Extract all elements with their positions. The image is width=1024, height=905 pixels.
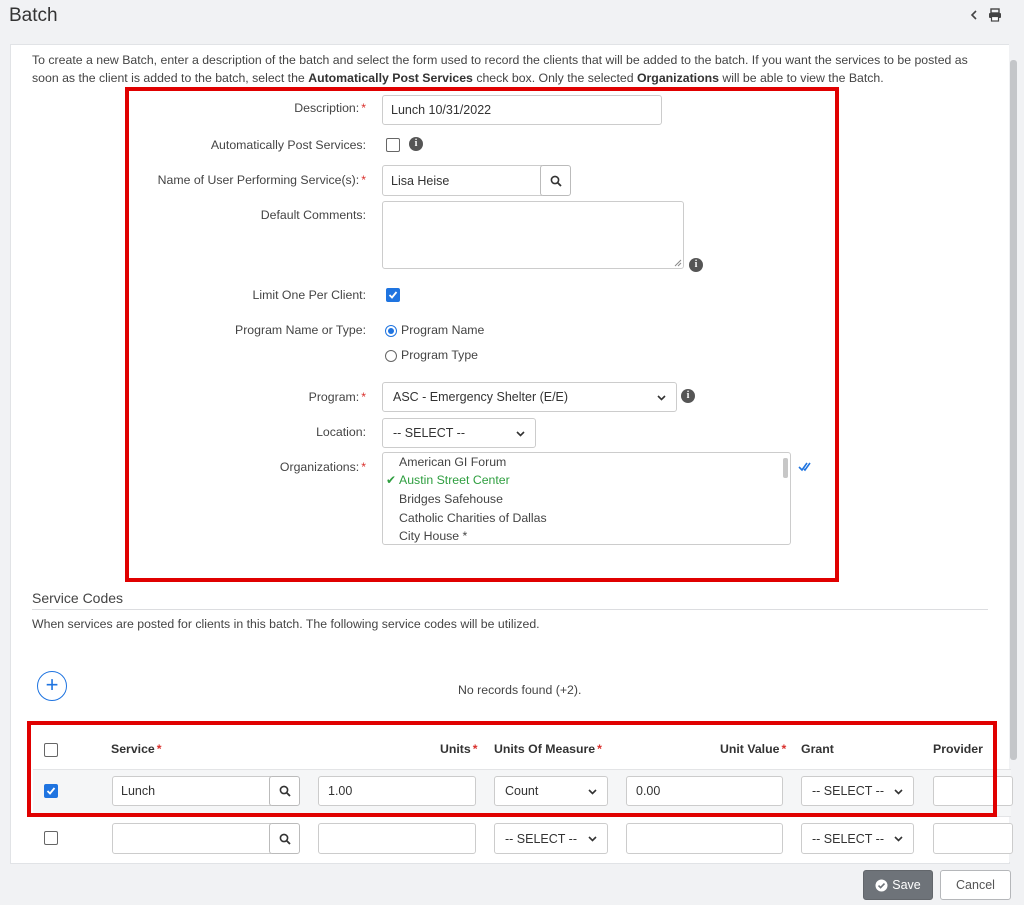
column-header-provider[interactable]: Provider <box>933 742 983 756</box>
comments-label: Default Comments: <box>260 208 366 222</box>
check-icon <box>46 787 56 795</box>
check-circle-icon <box>875 879 888 891</box>
location-select[interactable]: -- SELECT -- <box>382 418 536 448</box>
row-divider <box>33 816 1011 817</box>
intro-bold-auto-post: Automatically Post Services <box>308 71 473 85</box>
limit-one-checkbox[interactable] <box>386 288 400 302</box>
info-icon[interactable]: i <box>689 258 703 272</box>
org-item-selected[interactable]: Austin Street Center <box>399 473 510 487</box>
info-icon[interactable]: i <box>681 389 695 403</box>
org-item[interactable]: Bridges Safehouse <box>399 492 503 506</box>
chevron-down-icon <box>588 788 597 795</box>
radio-program-type[interactable] <box>385 350 397 362</box>
description-input[interactable]: Lunch 10/31/2022 <box>382 95 662 125</box>
service-input[interactable] <box>112 823 271 854</box>
description-label: Description: * <box>294 101 366 115</box>
org-item[interactable]: City House * <box>399 529 467 543</box>
uom-select[interactable]: Count <box>494 776 608 806</box>
page-title: Batch <box>9 5 58 26</box>
check-icon: ✔ <box>386 473 397 487</box>
program-label: Program: * <box>308 390 366 404</box>
search-icon <box>550 175 562 187</box>
chevron-down-icon <box>657 394 666 401</box>
organizations-label: Organizations: * <box>279 460 366 474</box>
units-input[interactable]: 1.00 <box>318 776 476 806</box>
check-icon <box>388 291 398 299</box>
service-search-button[interactable] <box>269 776 300 806</box>
auto-post-checkbox[interactable] <box>386 138 400 152</box>
chevron-left-icon[interactable] <box>966 8 982 24</box>
select-all-check-icon[interactable] <box>798 461 812 473</box>
save-button[interactable]: Save <box>863 870 933 900</box>
org-item[interactable]: American GI Forum <box>399 455 506 469</box>
intro-text: To create a new Batch, enter a descripti… <box>32 53 968 85</box>
row-checkbox[interactable] <box>44 784 58 798</box>
auto-post-label: Automatically Post Services: <box>210 138 366 152</box>
column-header-grant[interactable]: Grant <box>801 742 834 756</box>
units-input[interactable] <box>318 823 476 854</box>
chevron-down-icon <box>894 788 903 795</box>
info-icon[interactable]: i <box>409 137 423 151</box>
provider-input[interactable] <box>933 823 1013 854</box>
section-divider <box>32 609 988 610</box>
service-codes-title: Service Codes <box>32 590 124 606</box>
top-bar: Batch <box>0 0 1024 40</box>
organizations-listbox[interactable]: American GI Forum ✔ Austin Street Center… <box>382 452 791 545</box>
column-header-service[interactable]: Service * <box>111 742 162 756</box>
search-icon <box>279 785 291 797</box>
scrollbar-thumb[interactable] <box>1010 60 1017 760</box>
service-codes-description: When services are posted for clients in … <box>32 617 540 631</box>
select-all-checkbox[interactable] <box>44 743 58 757</box>
radio-program-type-label[interactable]: Program Type <box>401 348 478 362</box>
print-icon[interactable] <box>987 8 1003 24</box>
service-search-button[interactable] <box>269 823 300 854</box>
grant-select[interactable]: -- SELECT -- <box>801 823 914 854</box>
column-header-unit-value[interactable]: Unit Value * <box>720 742 786 756</box>
service-input[interactable]: Lunch <box>112 776 271 806</box>
no-records-text: No records found (+2). <box>458 683 582 697</box>
radio-program-name-label[interactable]: Program Name <box>401 323 484 337</box>
limit-one-label: Limit One Per Client: <box>252 288 366 302</box>
radio-program-name[interactable] <box>385 325 397 337</box>
column-header-uom[interactable]: Units Of Measure * <box>494 742 602 756</box>
location-label: Location: <box>316 425 366 439</box>
comments-textarea[interactable] <box>382 201 684 269</box>
chevron-down-icon <box>894 836 903 842</box>
column-header-units[interactable]: Units * <box>440 742 478 756</box>
user-input[interactable]: Lisa Heise <box>382 165 542 196</box>
add-service-button[interactable]: + <box>37 671 67 701</box>
row-checkbox[interactable] <box>44 831 58 845</box>
provider-input[interactable] <box>933 776 1013 806</box>
chevron-down-icon <box>588 836 597 842</box>
user-search-button[interactable] <box>540 165 571 196</box>
cancel-button[interactable]: Cancel <box>940 870 1011 900</box>
user-label: Name of User Performing Service(s): * <box>157 173 366 187</box>
program-mode-label: Program Name or Type: <box>235 323 366 337</box>
chevron-down-icon <box>516 430 525 437</box>
org-item[interactable]: Catholic Charities of Dallas <box>399 511 547 525</box>
uom-select[interactable]: -- SELECT -- <box>494 823 608 854</box>
intro-bold-orgs: Organizations <box>636 71 719 85</box>
program-select[interactable]: ASC - Emergency Shelter (E/E) <box>382 382 677 412</box>
unit-value-input[interactable] <box>626 823 783 854</box>
unit-value-input[interactable]: 0.00 <box>626 776 783 806</box>
search-icon <box>279 833 291 845</box>
grant-select[interactable]: -- SELECT -- <box>801 776 914 806</box>
listbox-scrollbar[interactable] <box>783 458 788 478</box>
resize-handle-icon[interactable] <box>673 258 682 267</box>
